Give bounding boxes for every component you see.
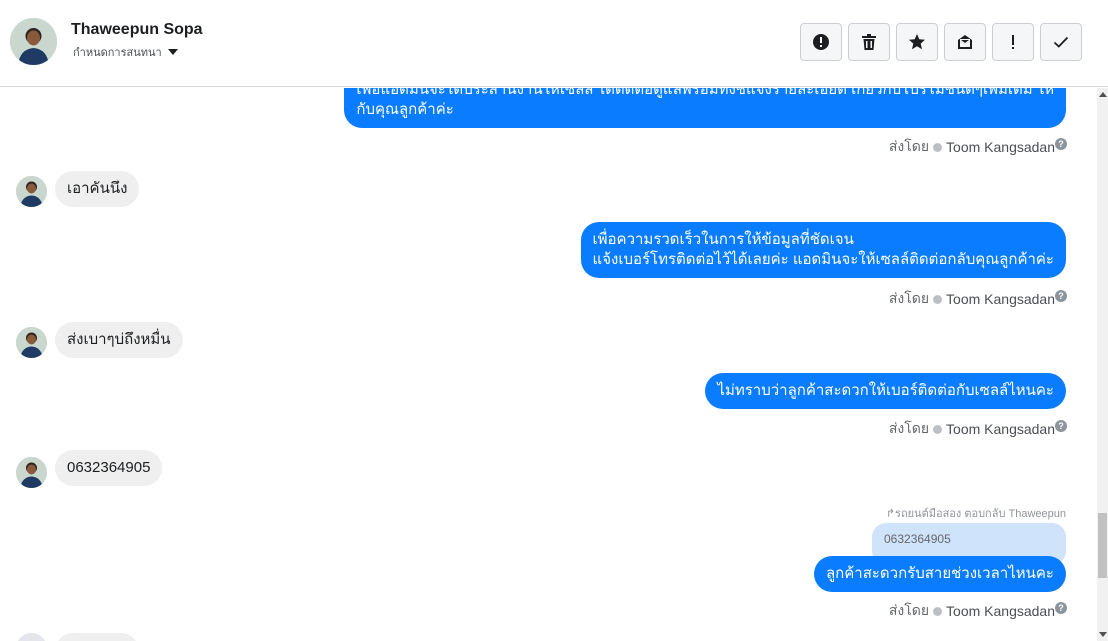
reply-arrow-icon: ↱ (885, 508, 896, 520)
trash-icon (862, 34, 876, 50)
mark-done-button[interactable] (1040, 23, 1082, 61)
contact-name[interactable]: Thaweepun Sopa (71, 21, 203, 39)
help-icon[interactable]: ? (1055, 602, 1067, 614)
star-button[interactable] (896, 23, 938, 61)
help-icon[interactable]: ? (1055, 420, 1067, 432)
scrollbar[interactable] (1097, 88, 1108, 641)
sent-by-label: ส่งโดย Toom Kangsadan (888, 420, 1055, 437)
assign-conversation-dropdown[interactable]: กำหนดการสนทนา (73, 43, 178, 61)
message-line: เพื่อแอดมินจะได้ประสานงานให้เซลส์ ได้ติด… (356, 88, 1054, 98)
agent-name[interactable]: Toom Kangsadan (946, 291, 1055, 307)
sent-by-label: ส่งโดย Toom Kangsadan (888, 602, 1055, 619)
outgoing-message: เพื่อความรวดเร็วในการให้ข้อมูลที่ชัดเจน … (580, 222, 1066, 278)
scroll-up-arrow-icon[interactable] (1099, 92, 1107, 97)
contact-avatar-small[interactable] (16, 327, 47, 358)
contact-avatar-small[interactable] (16, 633, 47, 641)
caret-down-icon (167, 49, 178, 55)
message-thread[interactable]: เพื่อแอดมินจะได้ประสานงานให้เซลส์ ได้ติด… (0, 88, 1097, 641)
outgoing-message: เพื่อแอดมินจะได้ประสานงานให้เซลส์ ได้ติด… (344, 88, 1066, 128)
agent-name[interactable]: Toom Kangsadan (946, 421, 1055, 437)
message-line: กับคุณลูกค้าค่ะ (356, 101, 454, 118)
mark-spam-button[interactable] (800, 23, 842, 61)
incoming-message: 0632364905 (55, 450, 163, 486)
scroll-thumb[interactable] (1098, 513, 1107, 578)
assign-label: กำหนดการสนทนา (73, 47, 162, 59)
contact-avatar[interactable] (10, 18, 57, 65)
outgoing-message: ไม่ทราบว่าลูกค้าสะดวกให้เบอร์ติดต่อกับเซ… (705, 373, 1066, 409)
envelope-icon (958, 35, 972, 49)
delete-button[interactable] (848, 23, 890, 61)
check-icon (1053, 36, 1069, 48)
sent-by-label: ส่งโดย Toom Kangsadan (888, 290, 1055, 307)
verified-icon (933, 606, 943, 616)
contact-avatar-small[interactable] (16, 176, 47, 207)
verified-icon (933, 294, 943, 304)
contact-avatar-small[interactable] (16, 457, 47, 488)
message-line: ไม่ทราบว่าลูกค้าสะดวกให้เบอร์ติดต่อกับเซ… (717, 382, 1054, 399)
outgoing-message: ลูกค้าสะดวกรับสายช่วงเวลาไหนคะ (813, 556, 1066, 592)
sent-by-label: ส่งโดย Toom Kangsadan (888, 138, 1055, 155)
incoming-message: เอาคันนึง (55, 171, 140, 207)
agent-name[interactable]: Toom Kangsadan (946, 603, 1055, 619)
reply-context: ↱รถยนต์มือสอง ตอบกลับ Thaweepun (885, 508, 1066, 520)
message-line: ลูกค้าสะดวกรับสายช่วงเวลาไหนคะ (825, 565, 1054, 582)
important-button[interactable] (992, 23, 1034, 61)
exclamation-icon (1012, 35, 1014, 49)
message-line: แจ้งเบอร์โทรติดต่อไว้ได้เลยค่ะ แอดมินจะใ… (592, 251, 1054, 268)
mark-unread-button[interactable] (944, 23, 986, 61)
incoming-message (55, 633, 139, 641)
star-icon (909, 34, 925, 50)
verified-icon (933, 142, 943, 152)
help-icon[interactable]: ? (1055, 290, 1067, 302)
verified-icon (933, 424, 943, 434)
conversation-header: Thaweepun Sopa กำหนดการสนทนา (0, 0, 1108, 87)
help-icon[interactable]: ? (1055, 138, 1067, 150)
agent-name[interactable]: Toom Kangsadan (946, 139, 1055, 155)
toolbar (800, 23, 1082, 61)
message-line: เพื่อความรวดเร็วในการให้ข้อมูลที่ชัดเจน (592, 231, 854, 248)
incoming-message: ส่งเบาๆบ่ถึงหมื่น (55, 322, 183, 358)
scroll-down-arrow-icon[interactable] (1099, 632, 1107, 637)
alert-circle-icon (813, 34, 829, 50)
